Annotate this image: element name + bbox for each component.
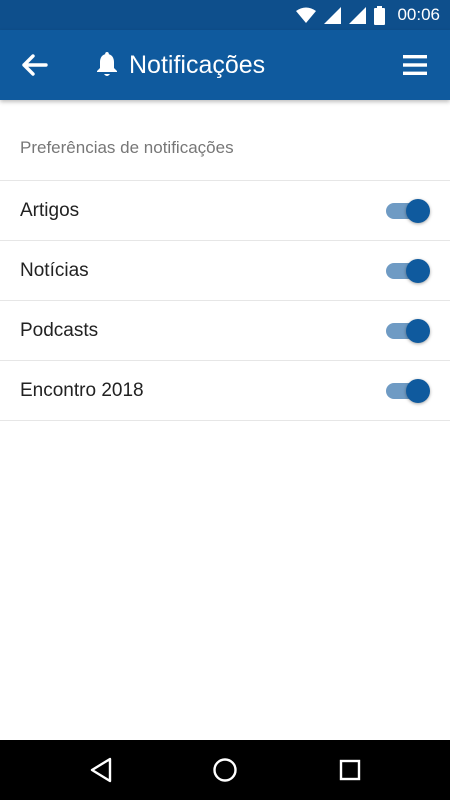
signal-icon	[349, 6, 367, 24]
toggle-thumb	[406, 259, 430, 283]
nav-home-button[interactable]	[210, 755, 240, 785]
nav-back-icon	[90, 757, 112, 783]
nav-recents-button[interactable]	[335, 755, 365, 785]
toggle-switch-encontro-2018[interactable]	[384, 379, 430, 403]
hamburger-menu-icon	[403, 55, 427, 75]
title-group: Notificações	[95, 30, 265, 100]
status-bar: 00:06	[0, 0, 450, 30]
preference-label: Encontro 2018	[20, 379, 144, 401]
arrow-left-icon	[22, 54, 48, 76]
preference-row-noticias: Notícias	[0, 241, 450, 301]
toggle-switch-artigos[interactable]	[384, 199, 430, 223]
toggle-switch-noticias[interactable]	[384, 259, 430, 283]
nav-home-icon	[213, 758, 237, 782]
status-time: 00:06	[397, 5, 440, 24]
preference-row-encontro-2018: Encontro 2018	[0, 361, 450, 421]
preference-list: Artigos Notícias Podcasts Encontro 2018	[0, 180, 450, 421]
screen: 00:06 Notificações Preferências de notif	[0, 0, 450, 800]
section-header: Preferências de notificações	[20, 138, 234, 157]
toggle-thumb	[406, 319, 430, 343]
menu-button[interactable]	[402, 53, 428, 77]
toggle-switch-podcasts[interactable]	[384, 319, 430, 343]
page-title: Notificações	[129, 50, 266, 79]
preference-label: Notícias	[20, 259, 89, 281]
toggle-thumb	[406, 199, 430, 223]
toggle-thumb	[406, 379, 430, 403]
battery-icon	[374, 5, 386, 25]
nav-bar	[0, 740, 450, 800]
nav-recents-icon	[339, 759, 361, 781]
signal-icon	[324, 6, 342, 24]
nav-back-button[interactable]	[86, 755, 116, 785]
preference-label: Podcasts	[20, 319, 99, 341]
preference-row-artigos: Artigos	[0, 181, 450, 241]
wifi-icon	[296, 7, 317, 23]
preference-label: Artigos	[20, 199, 80, 221]
back-button[interactable]	[20, 52, 50, 78]
app-bar: Notificações	[0, 30, 450, 100]
preference-row-podcasts: Podcasts	[0, 301, 450, 361]
bell-icon	[97, 52, 117, 76]
